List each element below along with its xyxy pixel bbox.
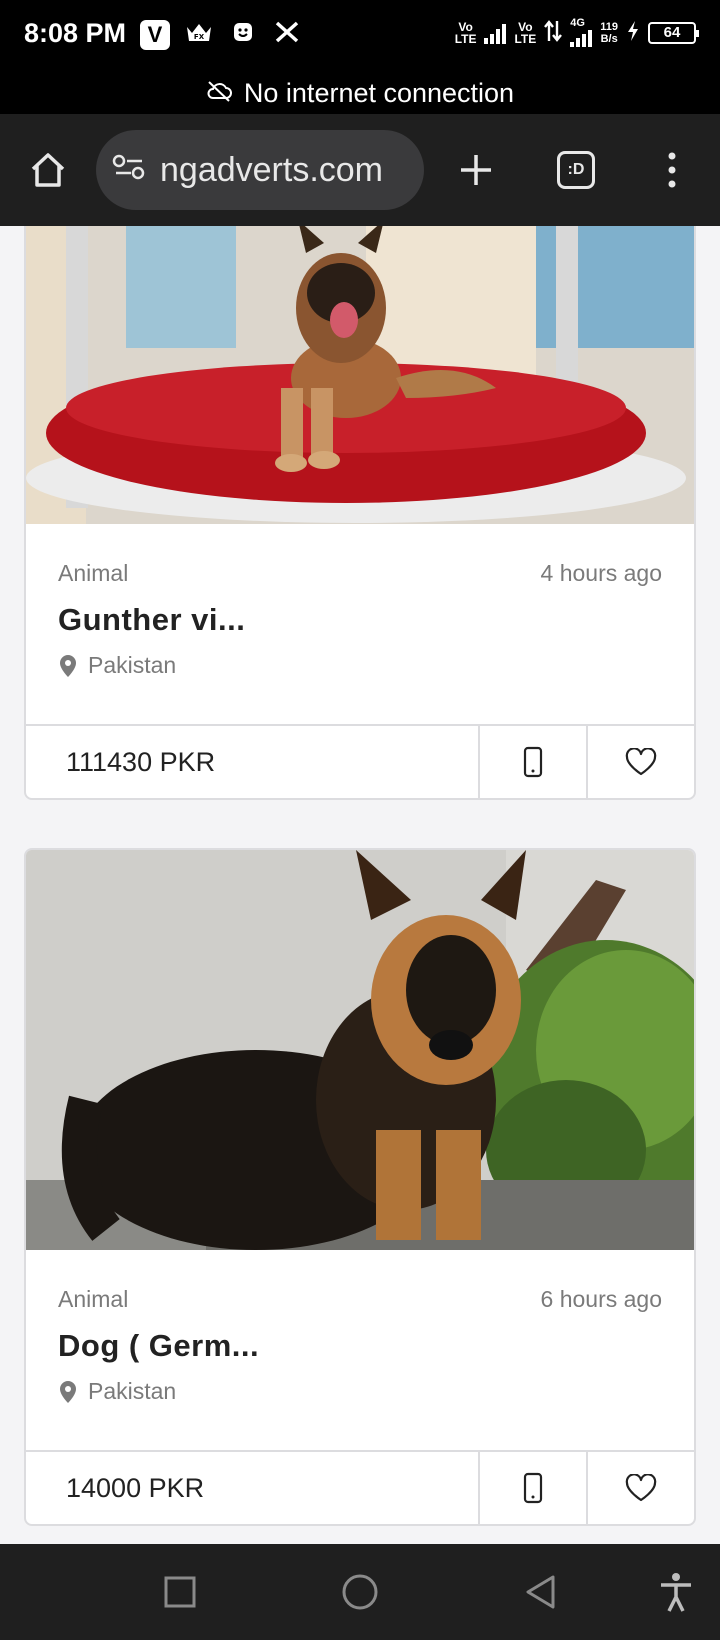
net-speed-value: 119 [600,20,618,33]
heart-icon [625,1474,657,1502]
status-indicators: Vo LTE Vo LTE 4G 119 B/s 64 [454,17,699,47]
browser-toolbar: ngadverts.com :D [0,114,720,226]
system-navigation-bar [0,1544,720,1640]
cloud-off-icon [206,78,232,109]
listing-location: Pakistan [58,652,176,679]
smiley-app-icon [228,21,258,49]
square-icon [164,1576,196,1608]
status-bar: 8:08 PM V FX Vo LTE Vo LTE 4G 119 B/s 64 [0,0,720,72]
home-button[interactable] [18,140,78,200]
location-pin-icon [60,1380,76,1403]
accessibility-icon [661,1573,691,1612]
favorite-button[interactable] [586,1452,694,1524]
listing-image[interactable] [26,226,694,524]
overflow-menu-button[interactable] [642,140,702,200]
call-button[interactable] [478,1452,586,1524]
back-triangle-icon [526,1575,555,1609]
tab-switcher-icon: :D [557,151,595,189]
location-text: Pakistan [88,652,177,678]
phone-icon [523,746,543,778]
listing-price: 14000 PKR [66,1472,205,1503]
listings-feed[interactable]: Animal 4 hours ago Gunther vi... Pakista… [0,226,720,1544]
listing-footer: 111430 PKR [26,724,694,798]
listing-location: Pakistan [58,1378,176,1405]
circle-icon [342,1574,378,1610]
dog-on-bed-photo [26,226,694,524]
svg-text:FX: FX [194,33,205,41]
listing-card[interactable]: Animal 6 hours ago Dog ( Germ... Pakista… [24,848,696,1526]
back-button[interactable] [516,1568,564,1616]
listing-card[interactable]: Animal 4 hours ago Gunther vi... Pakista… [24,226,696,800]
url-text: ngadverts.com [160,150,383,189]
call-button[interactable] [478,726,586,798]
offline-text: No internet connection [243,77,515,108]
url-bar[interactable]: ngadverts.com [96,130,424,210]
offline-banner: No internet connection [0,72,720,114]
listing-title[interactable]: Dog ( Germ... [58,1328,259,1364]
heart-icon [625,748,657,776]
network-type: 4G [570,17,585,29]
listing-info[interactable]: Animal 6 hours ago Dog ( Germ... Pakista… [26,1250,694,1450]
listing-footer: 14000 PKR [26,1450,694,1524]
listing-category: Animal [58,1286,129,1312]
location-pin-icon [60,654,76,677]
listing-price: 111430 PKR [66,746,216,777]
site-settings-icon[interactable] [112,151,146,190]
listing-time: 4 hours ago [540,560,662,586]
x-app-icon [272,21,302,49]
listing-title[interactable]: Gunther vi... [58,602,245,638]
home-icon [31,153,65,187]
net-speed: 119 B/s [600,21,618,45]
status-time: 8:08 PM [24,18,127,48]
listing-category: Animal [58,560,129,586]
favorite-button[interactable] [586,726,694,798]
phone-icon [523,1472,543,1504]
signal-icon [484,22,507,44]
crown-fx-icon: FX [184,21,214,49]
data-arrows-icon [544,19,563,46]
volte-2-label: Vo LTE [514,19,537,46]
battery-icon: 64 [648,21,699,44]
listing-info[interactable]: Animal 4 hours ago Gunther vi... Pakista… [26,524,694,724]
more-vertical-icon [668,152,676,188]
notification-icons: V FX [140,20,302,50]
accessibility-button[interactable] [652,1568,700,1616]
signal-2-icon [570,29,593,47]
signal-2-group: 4G [570,17,593,47]
volte-1-label: Vo LTE [454,19,477,46]
tab-switcher-button[interactable]: :D [546,140,606,200]
home-nav-button[interactable] [336,1568,384,1616]
v-app-icon: V [140,20,170,50]
net-speed-unit: B/s [600,32,618,45]
location-text: Pakistan [88,1378,177,1404]
listing-image[interactable] [26,850,694,1250]
new-tab-button[interactable] [446,140,506,200]
plus-icon [461,155,491,185]
charging-icon [626,20,640,45]
german-shepherd-puppy-photo [26,850,694,1250]
tab-badge: :D [567,161,585,178]
listing-time: 6 hours ago [540,1286,662,1312]
recents-button[interactable] [156,1568,204,1616]
